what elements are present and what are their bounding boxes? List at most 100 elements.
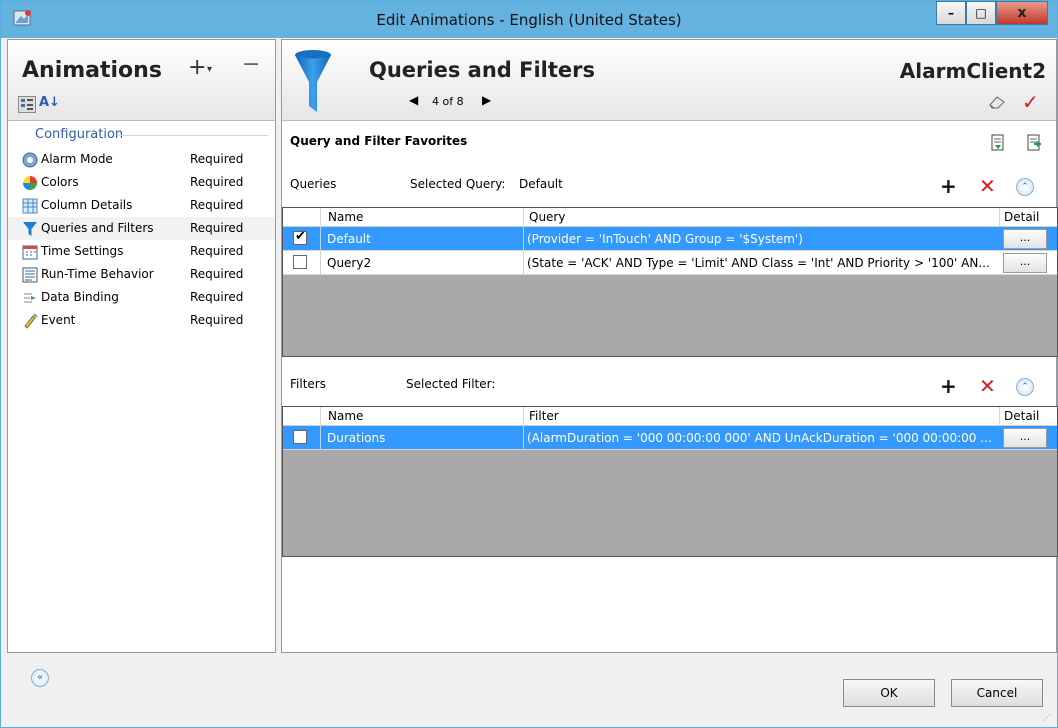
- category-divider: [118, 135, 268, 136]
- item-status: Required: [190, 290, 244, 304]
- delete-filter-button[interactable]: ✕: [979, 374, 996, 398]
- collapse-filters-button[interactable]: ⌃: [1016, 378, 1034, 396]
- row-query: (Provider = 'InTouch' AND Group = '$Syst…: [527, 232, 803, 246]
- item-label: Alarm Mode: [41, 152, 113, 166]
- next-page-button[interactable]: ▶: [482, 93, 491, 107]
- queries-grid: Name Query Detail Default (Provider = 'I…: [282, 207, 1058, 357]
- col-separator: [999, 407, 1000, 426]
- table-row[interactable]: Default (Provider = 'InTouch' AND Group …: [283, 227, 1057, 251]
- animation-item-column-details[interactable]: Column Details Required: [8, 194, 275, 217]
- animation-item-queries-and-filters[interactable]: Queries and Filters Required: [8, 217, 275, 240]
- col-header-name[interactable]: Name: [328, 409, 363, 423]
- cell-separator: [320, 227, 321, 251]
- animations-header: Animations + ▾ − A↓: [8, 40, 275, 121]
- detail-button[interactable]: ...: [1003, 253, 1047, 273]
- add-filter-button[interactable]: +: [940, 374, 957, 398]
- delete-query-button[interactable]: ✕: [979, 174, 996, 198]
- collapse-panel-button[interactable]: «: [31, 669, 49, 687]
- filters-grid: Name Filter Detail Durations (AlarmDurat…: [282, 406, 1058, 557]
- previous-page-button[interactable]: ◀: [409, 93, 418, 107]
- row-checkbox[interactable]: [293, 229, 307, 245]
- item-label: Event: [41, 313, 76, 327]
- table-row[interactable]: Query2 (State = 'ACK' AND Type = 'Limit'…: [283, 251, 1057, 275]
- col-separator: [523, 208, 524, 227]
- item-status: Required: [190, 267, 244, 281]
- queries-label: Queries: [290, 177, 337, 191]
- item-status: Required: [190, 175, 244, 189]
- row-name: Query2: [327, 256, 372, 270]
- row-checkbox[interactable]: [293, 430, 307, 444]
- selected-query-value: Default: [519, 177, 563, 191]
- categorized-view-icon[interactable]: [18, 96, 36, 113]
- eraser-icon[interactable]: [988, 95, 1006, 109]
- edit-animations-window: Edit Animations - English (United States…: [0, 0, 1058, 728]
- item-label: Colors: [41, 175, 79, 189]
- funnel-icon: [295, 50, 331, 112]
- col-separator: [320, 407, 321, 426]
- sort-alphabetical-icon[interactable]: A↓: [39, 95, 60, 110]
- item-label: Time Settings: [41, 244, 124, 258]
- add-animation-button[interactable]: +: [188, 55, 206, 80]
- runtime-behavior-icon: [22, 267, 38, 283]
- col-header-name[interactable]: Name: [328, 210, 363, 224]
- ok-button[interactable]: OK: [843, 679, 935, 707]
- col-separator: [320, 208, 321, 227]
- close-button[interactable]: x: [996, 1, 1048, 25]
- selected-filter-label: Selected Filter:: [406, 377, 496, 391]
- colors-icon: [23, 176, 37, 190]
- cell-separator: [523, 251, 524, 275]
- animations-title: Animations: [22, 58, 162, 83]
- detail-button[interactable]: ...: [1003, 229, 1047, 249]
- minimize-button[interactable]: –: [936, 1, 966, 25]
- detail-button[interactable]: ...: [1003, 428, 1047, 448]
- funnel-icon: [23, 222, 37, 236]
- object-name: AlarmClient2: [899, 59, 1046, 83]
- animation-item-time-settings[interactable]: Time Settings Required: [8, 240, 275, 263]
- item-label: Data Binding: [41, 290, 119, 304]
- favorites-title: Query and Filter Favorites: [290, 134, 468, 148]
- col-header-query[interactable]: Query: [529, 210, 565, 224]
- row-checkbox[interactable]: [293, 255, 307, 269]
- import-icon[interactable]: [1026, 134, 1042, 152]
- export-icon[interactable]: [990, 134, 1006, 152]
- filters-grid-header: Name Filter Detail: [283, 407, 1057, 426]
- add-dropdown-icon[interactable]: ▾: [207, 64, 212, 75]
- maximize-button[interactable]: □: [966, 1, 996, 25]
- cell-separator: [523, 426, 524, 450]
- selected-query-label: Selected Query:: [410, 177, 506, 191]
- title-bar: Edit Animations - English (United States…: [1, 1, 1057, 38]
- cell-separator: [320, 426, 321, 450]
- table-row[interactable]: Durations (AlarmDuration = '000 00:00:00…: [283, 426, 1057, 450]
- time-settings-icon: [22, 245, 38, 260]
- item-status: Required: [190, 221, 244, 235]
- collapse-queries-button[interactable]: ⌃: [1016, 178, 1034, 196]
- item-label: Column Details: [41, 198, 133, 212]
- configuration-category: Configuration: [35, 127, 124, 142]
- data-binding-icon: [24, 293, 36, 303]
- row-query: (State = 'ACK' AND Type = 'Limit' AND Cl…: [527, 256, 990, 270]
- animation-item-colors[interactable]: Colors Required: [8, 171, 275, 194]
- cell-separator: [523, 227, 524, 251]
- animation-item-alarm-mode[interactable]: Alarm Mode Required: [8, 148, 275, 171]
- animation-item-data-binding[interactable]: Data Binding Required: [8, 286, 275, 309]
- animation-item-run-time-behavior[interactable]: Run-Time Behavior Required: [8, 263, 275, 286]
- cancel-button[interactable]: Cancel: [951, 679, 1043, 707]
- col-header-detail[interactable]: Detail: [1004, 210, 1039, 224]
- window-title: Edit Animations - English (United States…: [376, 11, 682, 29]
- checkmark-icon[interactable]: ✓: [1022, 90, 1039, 114]
- page-title: Queries and Filters: [369, 58, 595, 82]
- item-status: Required: [190, 198, 244, 212]
- remove-animation-button[interactable]: −: [242, 52, 260, 77]
- item-status: Required: [190, 152, 244, 166]
- col-header-detail[interactable]: Detail: [1004, 409, 1039, 423]
- row-filter: (AlarmDuration = '000 00:00:00 000' AND …: [527, 431, 992, 445]
- add-query-button[interactable]: +: [940, 174, 957, 198]
- cell-separator: [320, 251, 321, 275]
- animation-item-event[interactable]: Event Required: [8, 309, 275, 332]
- col-separator: [523, 407, 524, 426]
- resize-grip[interactable]: ⋰: [1043, 713, 1053, 723]
- col-header-filter[interactable]: Filter: [529, 409, 559, 423]
- row-name: Durations: [327, 431, 386, 445]
- item-label: Queries and Filters: [41, 221, 154, 235]
- col-separator: [999, 208, 1000, 227]
